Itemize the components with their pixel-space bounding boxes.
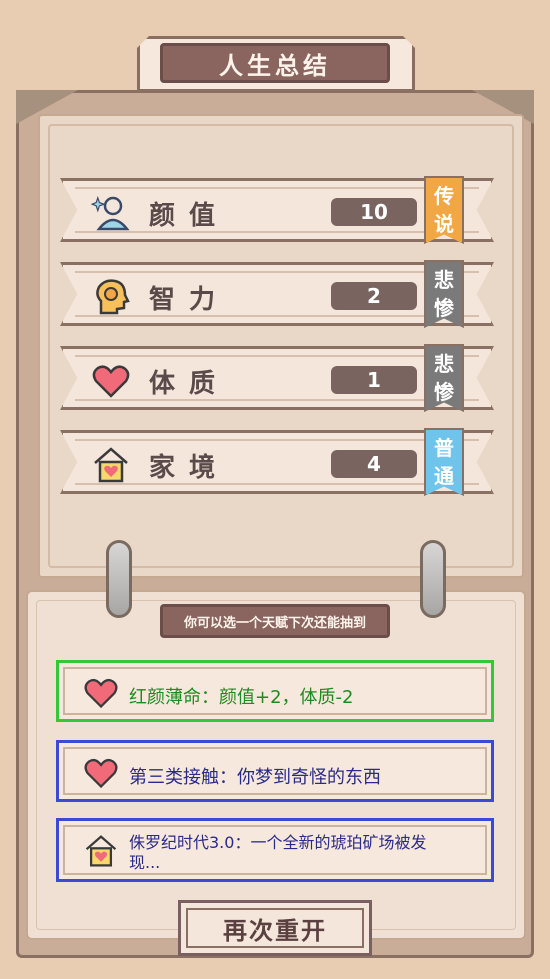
restart-button[interactable]: 再次重开 (178, 900, 372, 956)
stat-label: 颜值 (149, 201, 230, 231)
talent-text: 第三类接触：你梦到奇怪的东西 (129, 767, 381, 788)
talent-option-3[interactable]: 侏罗纪时代3.0：一个全新的琥珀矿场被发现... (56, 818, 494, 882)
stat-label: 家境 (149, 453, 230, 483)
stat-value: 10 (331, 198, 417, 226)
binder-ring-left (106, 540, 132, 618)
stat-label: 体质 (149, 369, 230, 399)
stat-value: 4 (331, 450, 417, 478)
talent-option-1[interactable]: 红颜薄命：颜值+2，体质-2 (56, 660, 494, 722)
stat-label: 智力 (149, 285, 230, 315)
house-heart-icon (94, 447, 128, 483)
rank-badge-legend: 传说 (424, 176, 464, 244)
house-heart-icon (85, 835, 117, 867)
brain-head-icon (96, 279, 130, 315)
heart-icon (84, 758, 118, 789)
rank-badge-miserable: 悲惨 (424, 344, 464, 412)
rank-badge-miserable: 悲惨 (424, 260, 464, 328)
rank-badge-normal: 普通 (424, 428, 464, 496)
person-sparkle-icon (91, 195, 130, 231)
restart-label: 再次重开 (223, 916, 327, 945)
talent-text: 红颜薄命：颜值+2，体质-2 (129, 687, 354, 708)
talent-text: 侏罗纪时代3.0：一个全新的琥珀矿场被发现... (129, 833, 427, 872)
heart-icon (84, 678, 118, 709)
binder-ring-right (420, 540, 446, 618)
talent-hint-banner: 你可以选一个天赋下次还能抽到 (160, 604, 390, 638)
heart-icon (92, 365, 130, 398)
stat-value: 1 (331, 366, 417, 394)
talent-option-2[interactable]: 第三类接触：你梦到奇怪的东西 (56, 740, 494, 802)
page-title: 人生总结 (160, 43, 390, 83)
stat-value: 2 (331, 282, 417, 310)
